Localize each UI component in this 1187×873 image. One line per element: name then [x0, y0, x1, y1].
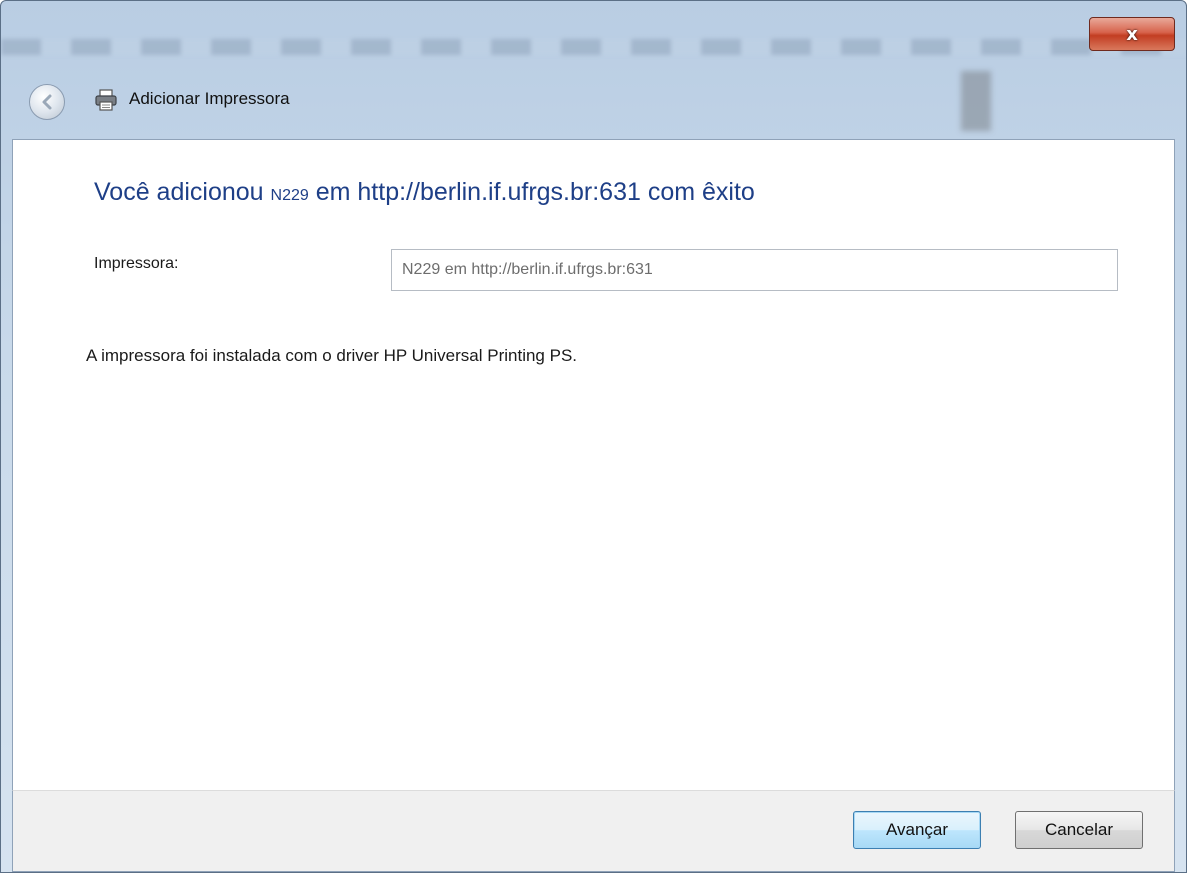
- window-title: Adicionar Impressora: [129, 89, 290, 108]
- driver-info-text: A impressora foi instalada com o driver …: [86, 346, 577, 365]
- printer-icon: [95, 89, 117, 111]
- content-panel: Você adicionou N229 em http://berlin.if.…: [12, 139, 1175, 790]
- dialog-footer: Avançar Cancelar: [12, 790, 1175, 872]
- back-arrow-icon: [42, 94, 52, 110]
- dialog-window: x Adicionar Impressora Você adicionou N2…: [0, 0, 1187, 873]
- cancel-button[interactable]: Cancelar: [1015, 811, 1143, 849]
- close-button[interactable]: x: [1089, 17, 1175, 51]
- printer-name-field[interactable]: N229 em http://berlin.if.ufrgs.br:631: [391, 249, 1118, 291]
- close-icon: x: [1126, 23, 1138, 45]
- heading-printer-name: N229: [270, 187, 309, 204]
- heading-suffix: em http://berlin.if.ufrgs.br:631 com êxi…: [308, 178, 755, 206]
- back-button[interactable]: [29, 84, 65, 120]
- heading-prefix: Você adicionou: [94, 178, 271, 206]
- next-button[interactable]: Avançar: [853, 811, 981, 849]
- printer-name-label: Impressora:: [94, 255, 179, 272]
- page-title: Você adicionou N229 em http://berlin.if.…: [94, 178, 755, 207]
- title-bar-glass-shadow: [961, 71, 991, 131]
- title-bar-glass: [1, 39, 1186, 55]
